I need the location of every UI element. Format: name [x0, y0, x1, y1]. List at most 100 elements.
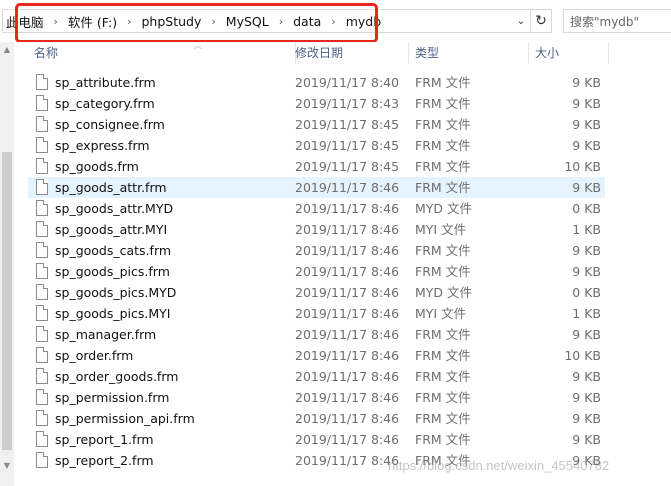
file-row[interactable]: sp_goods_attr.MYI 2019/11/17 8:46 MYI 文件 1 …: [28, 219, 605, 240]
file-row[interactable]: sp_goods_cats.frm 2019/11/17 8:46 FRM 文件 9 …: [28, 240, 605, 261]
file-row[interactable]: sp_goods_attr.frm 2019/11/17 8:46 FRM 文件 9 …: [28, 177, 605, 198]
address-history-dropdown-button[interactable]: ⌄: [512, 9, 530, 33]
file-size: 9 KB: [572, 117, 601, 132]
file-type: FRM 文件: [415, 180, 471, 195]
file-icon: [36, 74, 48, 90]
file-date: 2019/11/17 8:46: [295, 432, 400, 447]
file-size: 0 KB: [572, 285, 601, 300]
file-row[interactable]: sp_consignee.frm 2019/11/17 8:45 FRM 文件 9 K…: [28, 114, 605, 135]
file-date: 2019/11/17 8:43: [295, 96, 400, 111]
file-size: 9 KB: [572, 75, 601, 90]
file-row[interactable]: sp_goods_pics.MYD 2019/11/17 8:46 MYD 文件 0 …: [28, 282, 605, 303]
annotation-highlight-box: [15, 3, 378, 43]
file-name: sp_order.frm: [55, 348, 134, 363]
file-name: sp_goods_cats.frm: [55, 243, 172, 258]
file-size: 9 KB: [572, 432, 601, 447]
file-type: FRM 文件: [415, 159, 471, 174]
file-icon: [36, 137, 48, 153]
search-placeholder: 搜索"mydb": [570, 14, 640, 29]
file-row[interactable]: sp_order_goods.frm 2019/11/17 8:46 FRM 文件 9…: [28, 366, 605, 387]
file-size: 0 KB: [572, 201, 601, 216]
file-row[interactable]: sp_express.frm 2019/11/17 8:45 FRM 文件 9 KB: [28, 135, 605, 156]
file-size: 1 KB: [572, 222, 601, 237]
search-input[interactable]: 搜索"mydb": [563, 9, 671, 33]
file-size: 9 KB: [572, 180, 601, 195]
file-row[interactable]: sp_permission.frm 2019/11/17 8:46 FRM 文件 9 …: [28, 387, 605, 408]
file-icon: [36, 410, 48, 426]
file-size: 10 KB: [564, 159, 601, 174]
file-date: 2019/11/17 8:46: [295, 243, 400, 258]
file-date: 2019/11/17 8:45: [295, 117, 400, 132]
file-name: sp_express.frm: [55, 138, 150, 153]
file-name: sp_goods_attr.MYD: [55, 201, 174, 216]
file-icon: [36, 431, 48, 447]
file-date: 2019/11/17 8:46: [295, 264, 400, 279]
file-icon: [36, 95, 48, 111]
file-name: sp_goods_pics.MYD: [55, 285, 177, 300]
file-size: 9 KB: [572, 243, 601, 258]
file-icon: [36, 116, 48, 132]
column-header-type[interactable]: 类型: [409, 42, 529, 64]
file-icon: [36, 368, 48, 384]
file-row[interactable]: sp_attribute.frm 2019/11/17 8:40 FRM 文件 9 K…: [28, 72, 605, 93]
refresh-button[interactable]: ↻: [530, 9, 552, 33]
file-icon: [36, 326, 48, 342]
file-icon: [36, 179, 48, 195]
file-date: 2019/11/17 8:46: [295, 327, 400, 342]
file-size: 9 KB: [572, 411, 601, 426]
file-icon: [36, 347, 48, 363]
file-size: 9 KB: [572, 138, 601, 153]
scroll-up-arrow-icon[interactable]: ▲: [0, 42, 14, 56]
file-row[interactable]: sp_category.frm 2019/11/17 8:43 FRM 文件 9 KB: [28, 93, 605, 114]
column-header-date[interactable]: 修改日期: [289, 42, 409, 64]
file-date: 2019/11/17 8:46: [295, 411, 400, 426]
file-date: 2019/11/17 8:46: [295, 369, 400, 384]
file-type: MYD 文件: [415, 201, 473, 216]
file-size: 10 KB: [564, 348, 601, 363]
file-name: sp_permission_api.frm: [55, 411, 195, 426]
file-icon: [36, 221, 48, 237]
file-icon: [36, 242, 48, 258]
vertical-scrollbar[interactable]: ▲ ▼: [0, 42, 14, 486]
chevron-down-icon: ⌄: [516, 15, 526, 27]
scroll-down-arrow-icon[interactable]: ▼: [0, 458, 14, 472]
file-type: MYI 文件: [415, 222, 467, 237]
file-date: 2019/11/17 8:46: [295, 348, 400, 363]
file-row[interactable]: sp_permission_api.frm 2019/11/17 8:46 FRM …: [28, 408, 605, 429]
file-row[interactable]: sp_goods_pics.MYI 2019/11/17 8:46 MYI 文件 1 …: [28, 303, 605, 324]
file-type: FRM 文件: [415, 264, 471, 279]
file-list: sp_attribute.frm 2019/11/17 8:40 FRM 文件 9 K…: [28, 72, 608, 471]
file-size: 9 KB: [572, 327, 601, 342]
refresh-icon: ↻: [535, 13, 547, 29]
file-icon: [36, 158, 48, 174]
file-type: FRM 文件: [415, 138, 471, 153]
file-date: 2019/11/17 8:46: [295, 180, 400, 195]
file-size: 9 KB: [572, 369, 601, 384]
column-header-name[interactable]: 名称: [28, 42, 296, 64]
file-row[interactable]: sp_report_1.frm 2019/11/17 8:46 FRM 文件 9 KB: [28, 429, 605, 450]
file-name: sp_consignee.frm: [55, 117, 165, 132]
file-type: FRM 文件: [415, 243, 471, 258]
column-header-size[interactable]: 大小: [529, 42, 609, 64]
scrollbar-thumb[interactable]: [2, 152, 12, 450]
file-name: sp_goods_pics.MYI: [55, 306, 171, 321]
file-row[interactable]: sp_manager.frm 2019/11/17 8:46 FRM 文件 9 KB: [28, 324, 605, 345]
file-type: FRM 文件: [415, 117, 471, 132]
file-type: FRM 文件: [415, 369, 471, 384]
file-row[interactable]: sp_goods_attr.MYD 2019/11/17 8:46 MYD 文件 0 …: [28, 198, 605, 219]
file-row[interactable]: sp_goods_pics.frm 2019/11/17 8:46 FRM 文件 9 …: [28, 261, 605, 282]
file-row[interactable]: sp_goods.frm 2019/11/17 8:45 FRM 文件 10 KB: [28, 156, 605, 177]
file-date: 2019/11/17 8:46: [295, 390, 400, 405]
file-row[interactable]: sp_order.frm 2019/11/17 8:46 FRM 文件 10 KB: [28, 345, 605, 366]
file-icon: [36, 305, 48, 321]
file-type: FRM 文件: [415, 390, 471, 405]
column-header-row: ︿ 名称 修改日期 类型 大小: [14, 42, 671, 64]
file-icon: [36, 452, 48, 468]
file-name: sp_goods.frm: [55, 159, 139, 174]
file-type: FRM 文件: [415, 96, 471, 111]
file-date: 2019/11/17 8:46: [295, 285, 400, 300]
file-type: FRM 文件: [415, 327, 471, 342]
file-name: sp_manager.frm: [55, 327, 157, 342]
file-size: 1 KB: [572, 306, 601, 321]
file-icon: [36, 389, 48, 405]
